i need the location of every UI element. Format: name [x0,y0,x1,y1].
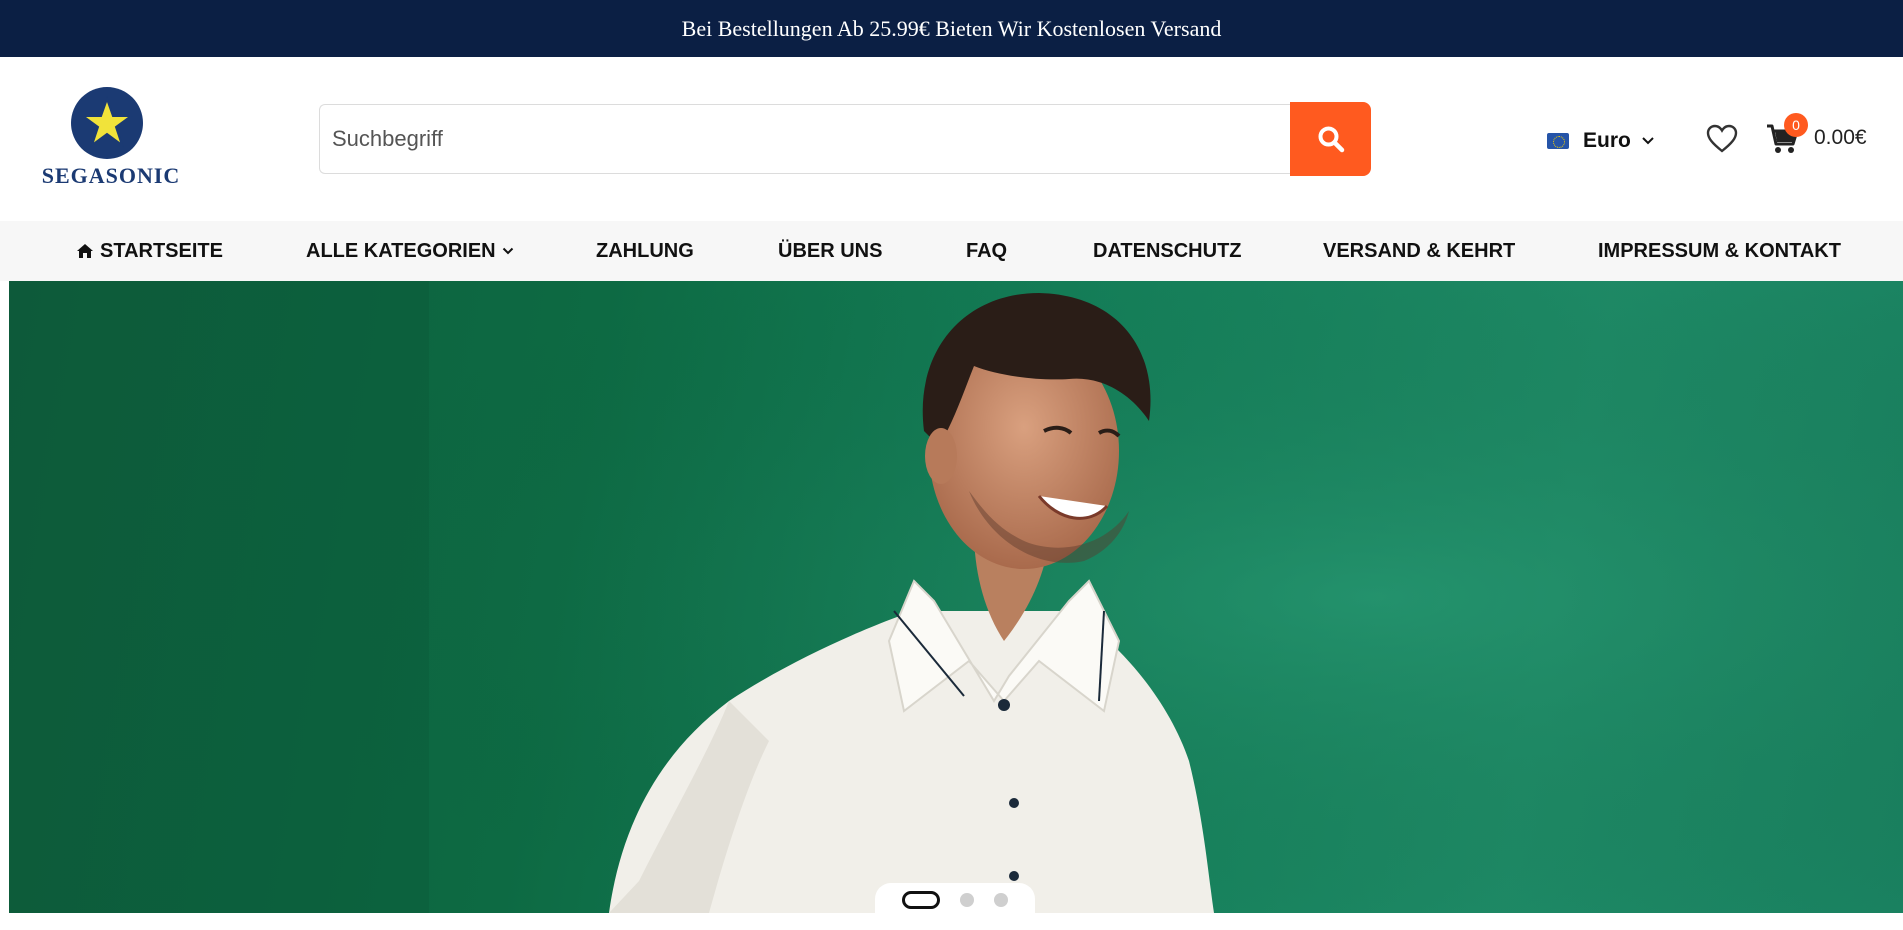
star-logo-icon [71,87,143,159]
eu-flag-icon [1547,133,1569,149]
heart-icon [1706,124,1738,153]
nav-item-ueber-uns[interactable]: ÜBER UNS [778,221,882,281]
search-input[interactable] [319,104,1291,174]
cart-count-badge: 0 [1784,113,1808,137]
nav-item-alle-kategorien[interactable]: ALLE KATEGORIEN [306,221,514,281]
nav-item-label: IMPRESSUM & KONTAKT [1598,239,1841,262]
search-icon [1318,126,1344,153]
nav-item-faq[interactable]: FAQ [966,221,1007,281]
nav-item-label: ALLE KATEGORIEN [306,239,496,262]
nav-item-startseite[interactable]: STARTSEITE [76,221,223,281]
home-icon [77,244,93,258]
chevron-down-icon [1642,137,1654,145]
main-navigation: STARTSEITE ALLE KATEGORIEN ZAHLUNG ÜBER … [0,221,1903,281]
brand-name: SEGASONIC [41,163,181,188]
currency-label: Euro [1583,129,1631,152]
nav-item-label: ÜBER UNS [778,239,883,262]
nav-item-impressum-kontakt[interactable]: IMPRESSUM & KONTAKT [1598,221,1841,281]
nav-item-label: STARTSEITE [100,239,223,262]
cart-total[interactable]: 0.00€ [1814,126,1867,150]
nav-item-label: VERSAND & KEHRT [1323,239,1516,262]
nav-item-label: ZAHLUNG [596,239,694,262]
hero-slider[interactable] [9,281,1903,913]
wishlist-button[interactable] [1706,124,1738,154]
announcement-bar: Bei Bestellungen Ab 25.99€ Bieten Wir Ko… [0,0,1903,57]
slider-pagination [875,883,1035,917]
hero-image [9,281,1903,913]
nav-item-zahlung[interactable]: ZAHLUNG [596,221,694,281]
nav-item-label: FAQ [966,239,1008,262]
currency-selector[interactable]: Euro [1547,127,1655,155]
nav-item-label: DATENSCHUTZ [1093,239,1242,262]
brand-logo[interactable]: SEGASONIC [36,87,186,197]
chevron-down-icon [502,247,513,255]
slider-dot[interactable] [994,893,1008,907]
site-header: SEGASONIC Euro 0 0.00€ [0,57,1903,221]
nav-item-versand-kehrt[interactable]: VERSAND & KEHRT [1323,221,1515,281]
announcement-text: Bei Bestellungen Ab 25.99€ Bieten Wir Ko… [681,15,1222,41]
slider-dot[interactable] [960,893,974,907]
search-button[interactable] [1290,102,1371,176]
slider-dot[interactable] [902,891,940,909]
nav-item-datenschutz[interactable]: DATENSCHUTZ [1093,221,1242,281]
